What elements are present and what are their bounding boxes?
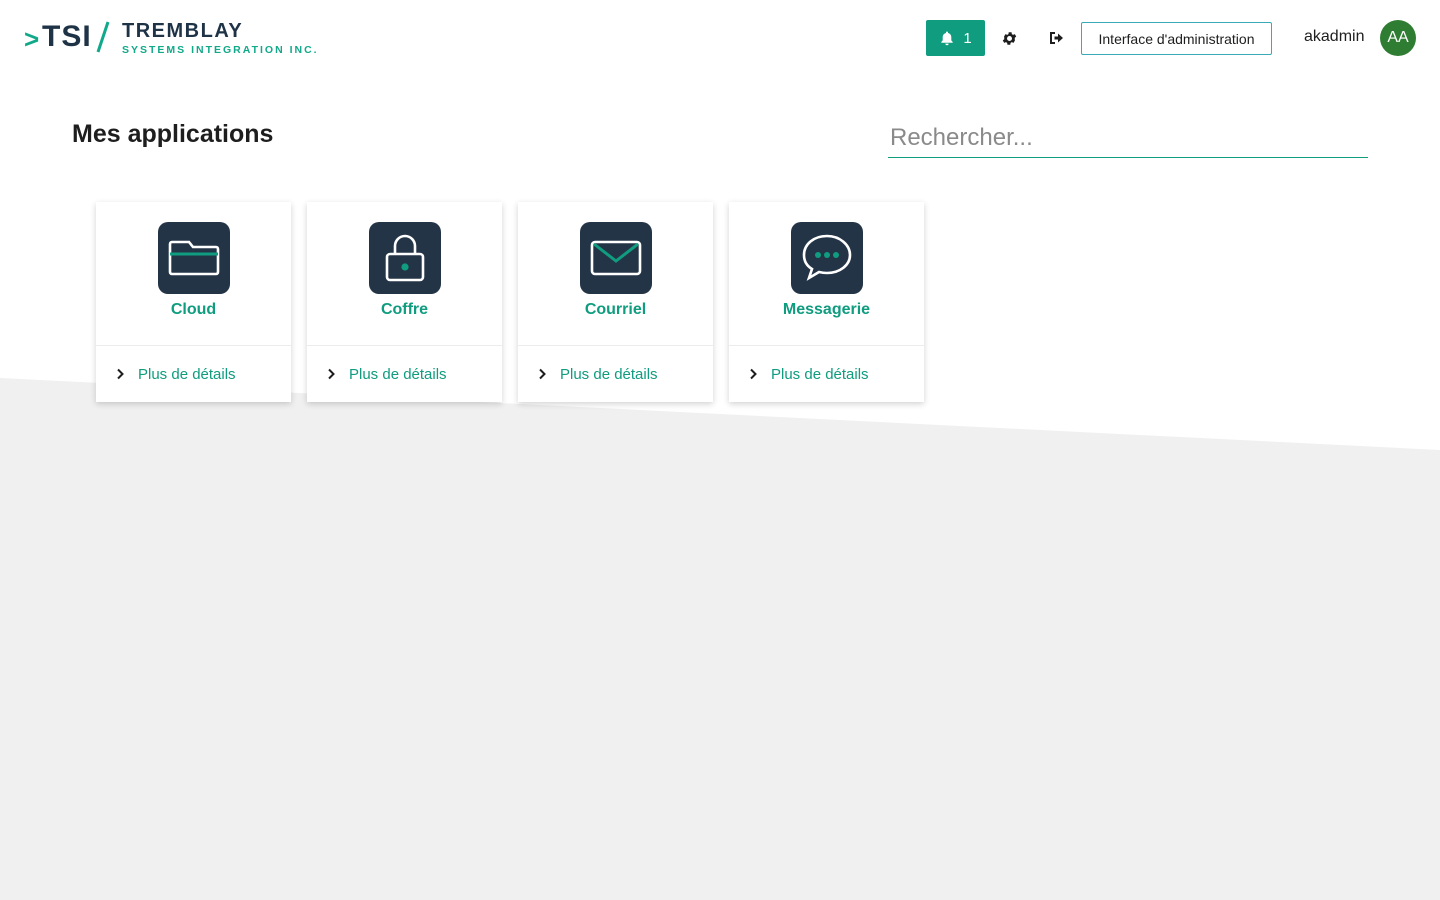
admin-interface-button[interactable]: Interface d'administration [1081,22,1272,55]
app-name-coffre: Coffre [380,301,429,318]
details-link-messagerie[interactable]: Plus de détails [729,345,924,402]
settings-button[interactable] [997,26,1021,50]
app-card-courriel: Courriel Plus de détails [518,202,713,402]
details-label: Plus de détails [138,365,236,383]
app-launch-cloud[interactable]: Cloud [96,202,291,345]
details-label: Plus de détails [349,365,447,383]
chevron-right-icon [117,368,124,380]
logo-short-name: TSI [42,20,92,53]
bell-icon [941,31,954,46]
notifications-button[interactable]: 1 [926,20,985,56]
envelope-icon [590,240,641,276]
app-launch-messagerie[interactable]: Messagerie [729,202,924,345]
chevron-right-icon [539,368,546,380]
sign-out-icon [1050,32,1063,44]
logo-company-name: TREMBLAY [122,20,244,42]
details-link-courriel[interactable]: Plus de détails [518,345,713,402]
details-link-cloud[interactable]: Plus de détails [96,345,291,402]
details-label: Plus de détails [771,365,869,383]
app-name-cloud: Cloud [170,301,217,318]
logo-slash-icon [96,21,110,53]
notification-count: 1 [963,29,972,47]
application-grid: Cloud Plus de détails Coffre Plus de dét… [96,202,924,402]
details-link-coffre[interactable]: Plus de détails [307,345,502,402]
chevron-right-icon [328,368,335,380]
top-header: > TSI TREMBLAY SYSTEMS INTEGRATION INC. … [0,0,1440,76]
app-icon-messagerie [790,222,863,294]
avatar[interactable]: AA [1380,20,1416,56]
search-input[interactable] [888,118,1368,158]
details-label: Plus de détails [560,365,658,383]
tsi-logo[interactable]: > TSI TREMBLAY SYSTEMS INTEGRATION INC. [24,18,317,58]
logo-chevron: > [24,24,40,54]
lock-icon [385,234,424,282]
app-card-messagerie: Messagerie Plus de détails [729,202,924,402]
logout-button[interactable] [1045,26,1069,50]
chevron-right-icon [750,368,757,380]
chat-bubble-icon [802,234,851,281]
gear-icon [1002,31,1016,45]
page-title: Mes applications [72,120,274,148]
app-icon-coffre [368,222,441,294]
app-card-cloud: Cloud Plus de détails [96,202,291,402]
app-card-coffre: Coffre Plus de détails [307,202,502,402]
app-launch-coffre[interactable]: Coffre [307,202,502,345]
folder-icon [168,240,219,276]
app-launch-courriel[interactable]: Courriel [518,202,713,345]
logo-tagline: SYSTEMS INTEGRATION INC. [122,44,319,56]
username[interactable]: akadmin [1304,28,1364,46]
app-name-courriel: Courriel [584,301,647,318]
app-icon-courriel [579,222,652,294]
app-name-messagerie: Messagerie [782,301,871,318]
app-icon-cloud [157,222,230,294]
